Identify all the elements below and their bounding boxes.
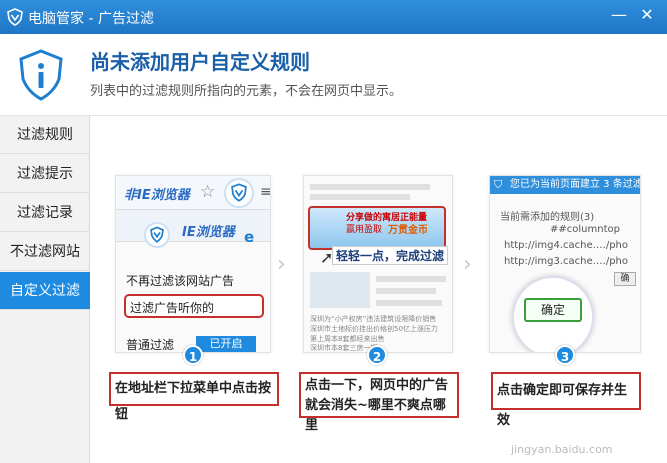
- window-title: 电脑管家 - 广告过滤: [28, 11, 154, 27]
- rule-section-label: 当前需添加的规则(3): [500, 212, 595, 223]
- shield-icon: ⛉: [494, 178, 503, 191]
- sidebar: 过滤规则 过滤提示 过滤记录 不过滤网站 自定义过滤: [0, 116, 90, 463]
- star-icon: ☆: [200, 182, 216, 202]
- menu-item-filter-ads: 过滤广告听你的: [130, 301, 215, 315]
- filter-enabled-toggle: 已开启: [196, 336, 256, 352]
- small-confirm-button: 确: [614, 272, 636, 286]
- rule-2: http://img4.cache.…/pho: [504, 240, 629, 251]
- ie-browser-label: IE浏览器: [182, 225, 235, 240]
- news-line-1: 深圳为“小产权房”违法建筑设限降价销售: [310, 315, 437, 323]
- close-button[interactable]: ✕: [634, 4, 660, 28]
- step-3-badge: 3: [555, 345, 575, 365]
- page-title: 尚未添加用户自定义规则: [90, 50, 310, 74]
- chevron-right-icon: ›: [277, 252, 286, 277]
- rule-1: ##columntop: [550, 224, 620, 235]
- watermark: jingyan.baidu.com: [511, 443, 613, 456]
- step-1-caption: 在地址栏下拉菜单中点击按钮: [109, 372, 279, 422]
- ad-text-2: 赢用盈取: [346, 225, 383, 235]
- step-1-badge: 1: [183, 345, 203, 365]
- confirm-button: 确定: [524, 298, 582, 322]
- news-line-2: 深圳市土地标价挂出价格创50亿上涨压力: [310, 325, 438, 333]
- highlighted-ad: 分享做的寓居正能量 赢用盈取 万贯金币: [308, 206, 446, 250]
- dialog-title: 您已为当前页面建立 3 条过滤规则: [490, 176, 640, 194]
- rule-3: http://img3.cache.…/pho: [504, 256, 629, 267]
- step-3-screenshot: 您已为当前页面建立 3 条过滤规则 ⛉ 当前需添加的规则(3) ##column…: [489, 175, 641, 353]
- step-2-badge: 2: [367, 345, 387, 365]
- minimize-button[interactable]: —: [606, 4, 632, 28]
- sidebar-item-whitelist-sites[interactable]: 不过滤网站: [0, 233, 90, 271]
- menu-item-no-filter-site: 不再过滤该网站广告: [126, 274, 235, 288]
- info-shield-icon: [19, 49, 63, 101]
- shield-icon: [224, 178, 254, 208]
- non-ie-browser-label: 非IE浏览器: [124, 188, 190, 203]
- tutorial-panel: 非IE浏览器 ☆ ≡ IE浏览器 e 不再过滤该网站广告 过滤广告听你的 普通过…: [91, 117, 667, 463]
- title-bar: 电脑管家 - 广告过滤 — ✕: [0, 0, 667, 34]
- ad-text-3: 万贯金币: [388, 225, 428, 236]
- step-2-caption: 点击一下，网页中的广告就会消失~哪里不爽点哪里: [299, 372, 459, 433]
- sidebar-item-filter-tips[interactable]: 过滤提示: [0, 155, 90, 193]
- chevron-right-icon: ›: [463, 252, 472, 277]
- step-1-screenshot: 非IE浏览器 ☆ ≡ IE浏览器 e 不再过滤该网站广告 过滤广告听你的 普通过…: [115, 175, 271, 353]
- normal-filter-label: 普通过滤: [126, 338, 175, 352]
- tencent-shield-icon: [7, 8, 23, 26]
- ad-callout: 轻轻一点，完成过滤: [332, 246, 449, 265]
- step-2-screenshot: 分享做的寓居正能量 赢用盈取 万贯金币 ➚ 轻轻一点，完成过滤 深圳为“小产权房…: [303, 175, 453, 353]
- page-header: 尚未添加用户自定义规则 列表中的过滤规则所指向的元素，不会在网页中显示。: [0, 34, 667, 116]
- menu-icon: ≡: [260, 184, 271, 200]
- ie-logo-icon: e: [244, 228, 255, 246]
- sidebar-item-filter-rules[interactable]: 过滤规则: [0, 116, 90, 154]
- shield-icon: [144, 222, 170, 248]
- page-subtitle: 列表中的过滤规则所指向的元素，不会在网页中显示。: [90, 84, 403, 99]
- step-3-caption: 点击确定即可保存并生效: [491, 372, 641, 428]
- sidebar-item-filter-log[interactable]: 过滤记录: [0, 194, 90, 232]
- sidebar-item-custom-filter[interactable]: 自定义过滤: [0, 272, 90, 310]
